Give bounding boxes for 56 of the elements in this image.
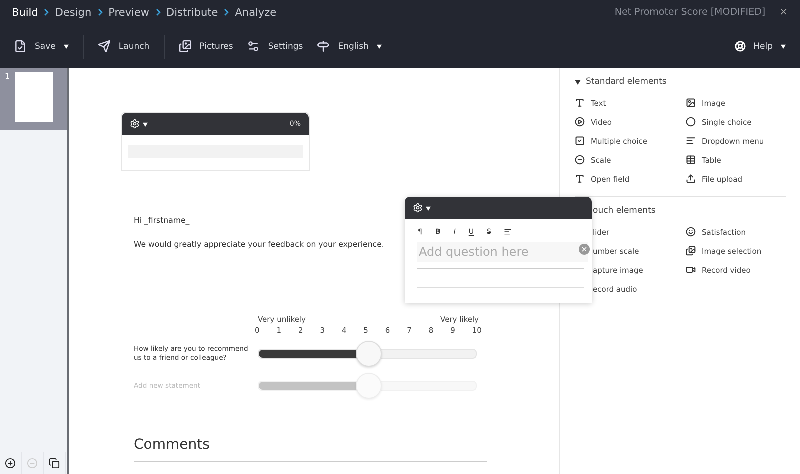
scale-icon	[575, 155, 585, 165]
toolbar-button[interactable]: Settings	[247, 40, 304, 53]
section-heading: Comments	[134, 437, 211, 453]
chevron-icon	[44, 9, 50, 16]
signpost-icon	[317, 40, 330, 53]
smiley-icon	[686, 227, 696, 237]
chevron-icon	[98, 9, 103, 16]
question-input[interactable]: Add question here	[417, 242, 588, 262]
slider-thumb[interactable]	[356, 341, 382, 367]
text-field-icon	[575, 174, 585, 184]
checkbox-icon	[575, 136, 585, 146]
toolbar-button[interactable]: Launch	[98, 40, 150, 53]
upload-icon	[686, 174, 696, 184]
scale-slider[interactable]	[258, 341, 477, 367]
dropdown-icon	[686, 136, 696, 146]
section-title: ouch elements	[593, 206, 656, 216]
radio-icon	[686, 117, 696, 127]
image-icon	[686, 98, 696, 108]
scale-slider[interactable]	[258, 373, 477, 399]
video-camera-icon	[686, 265, 696, 275]
help-button[interactable]: Help	[734, 41, 786, 52]
copy-icon	[49, 458, 60, 468]
remove-icon	[27, 458, 38, 468]
chevron-icon	[156, 9, 160, 16]
chevron-icon	[224, 9, 230, 16]
caret-icon	[781, 44, 786, 49]
paper-plane-icon	[98, 40, 111, 53]
image-selection-icon	[686, 246, 696, 256]
section-title: Standard elements	[586, 77, 667, 87]
breadcrumb-step[interactable]: Build	[12, 6, 38, 18]
toolbar-button[interactable]: English	[317, 40, 382, 53]
toolbar-button[interactable]: Save	[14, 40, 69, 53]
close-icon	[581, 246, 588, 253]
settings-icon[interactable]	[130, 119, 140, 129]
help-icon	[734, 41, 746, 52]
breadcrumb-step[interactable]: Analyze	[235, 6, 277, 18]
pictures-icon	[178, 40, 192, 53]
breadcrumb-step[interactable]: Distribute	[166, 6, 218, 18]
toolbar-button[interactable]: Pictures	[178, 40, 234, 53]
settings-icon	[247, 40, 260, 53]
answer-field[interactable]	[417, 268, 584, 288]
caret-icon	[426, 206, 431, 210]
play-icon	[575, 117, 585, 127]
text-icon	[575, 98, 585, 108]
add-icon	[5, 458, 16, 468]
save-icon	[14, 40, 27, 53]
clear-button[interactable]	[579, 244, 590, 255]
survey-title: Net Promoter Score [MODIFIED]	[614, 7, 766, 18]
breadcrumb-step[interactable]: Preview	[108, 6, 150, 18]
caret-icon	[143, 122, 148, 126]
settings-icon[interactable]	[413, 203, 423, 213]
table-icon	[686, 155, 696, 165]
close-button[interactable]: ×	[780, 7, 788, 18]
align-icon[interactable]	[504, 228, 512, 236]
breadcrumb-step[interactable]: Design	[55, 6, 92, 18]
expand-icon[interactable]	[575, 79, 581, 85]
